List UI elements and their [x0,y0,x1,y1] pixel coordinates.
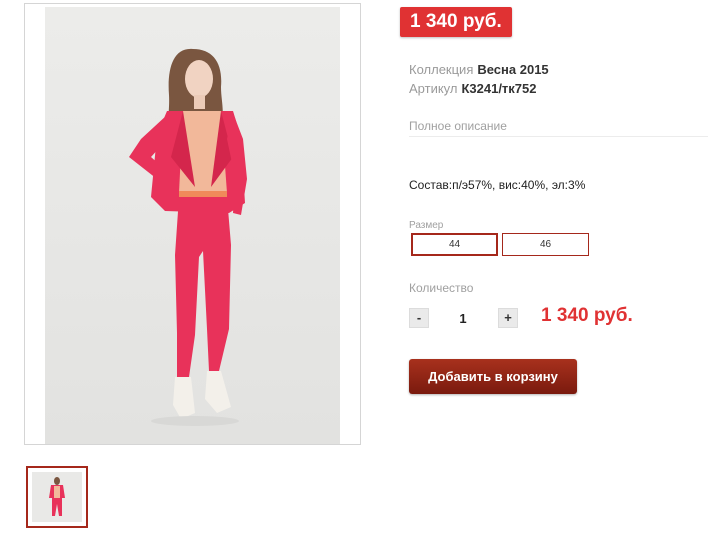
quantity-label: Количество [409,281,474,295]
full-description-title[interactable]: Полное описание [409,119,507,133]
quantity-increase-button[interactable]: + [498,308,518,328]
article-label: Артикул [409,81,458,96]
thumbnail-figure [32,472,82,522]
description-divider [409,136,708,137]
collection-label: Коллекция [409,62,474,77]
product-thumbnail[interactable] [26,466,88,528]
collection-row: Коллекция Весна 2015 [409,62,549,77]
add-to-cart-button[interactable]: Добавить в корзину [409,359,577,394]
size-option-46[interactable]: 46 [502,233,589,256]
model-figure-illustration [45,7,340,444]
total-price: 1 340 руб. [541,305,633,326]
product-main-photo[interactable] [45,7,340,444]
quantity-input[interactable] [430,308,496,328]
collection-value: Весна 2015 [477,62,549,77]
price-badge: 1 340 руб. [400,7,512,37]
thumbnail-image [32,472,82,522]
size-label: Размер [409,220,444,231]
article-value: К3241/тк752 [461,81,537,96]
composition-text: Состав:п/э57%, вис:40%, эл:3% [409,178,586,192]
size-option-44[interactable]: 44 [411,233,498,256]
product-main-image-frame [24,3,361,445]
article-row: Артикул К3241/тк752 [409,81,537,96]
quantity-decrease-button[interactable]: - [409,308,429,328]
